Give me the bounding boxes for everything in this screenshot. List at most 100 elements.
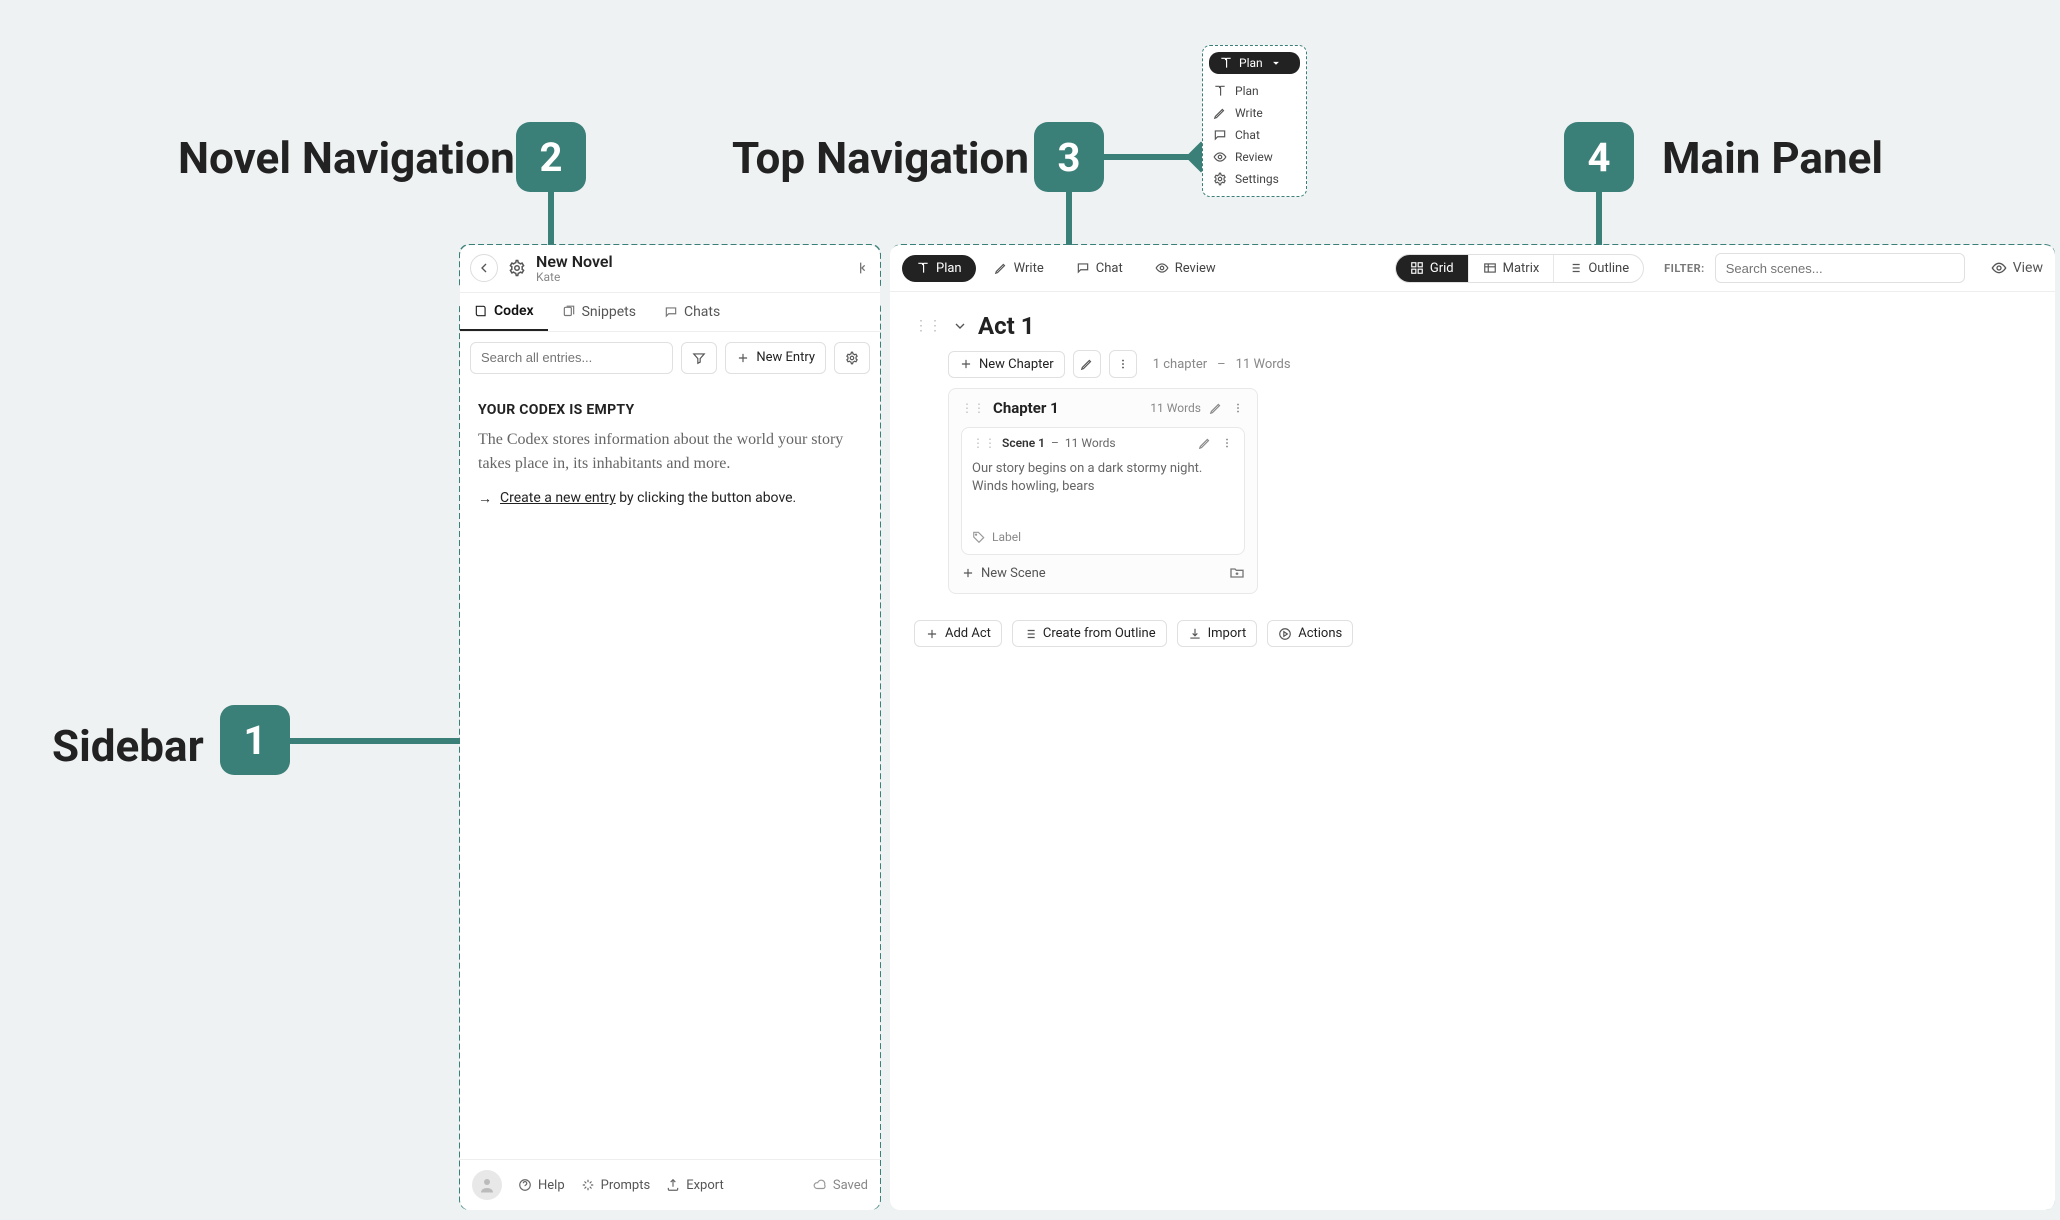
act-word-count: 11 Words xyxy=(1236,357,1291,372)
plan-dropdown-item-chat[interactable]: Chat xyxy=(1209,124,1300,146)
mode-chat[interactable]: Chat xyxy=(1062,255,1137,282)
scene-separator: – xyxy=(1051,436,1059,450)
actions-button[interactable]: Actions xyxy=(1267,620,1353,647)
tab-chats[interactable]: Chats xyxy=(650,293,734,331)
more-vertical-icon xyxy=(1116,357,1130,371)
plus-icon xyxy=(736,351,750,365)
sidebar-panel: New Novel Kate Codex Snippets Chats xyxy=(460,245,880,1210)
search-scenes-input[interactable] xyxy=(1715,253,1965,283)
create-from-outline-button[interactable]: Create from Outline xyxy=(1012,620,1167,647)
add-act-button[interactable]: Add Act xyxy=(914,620,1002,647)
codex-search-wrap xyxy=(470,342,673,374)
user-avatar[interactable] xyxy=(472,1170,502,1200)
pencil-icon xyxy=(994,261,1008,275)
user-icon xyxy=(478,1176,496,1194)
codex-settings-button[interactable] xyxy=(834,342,870,374)
act-title: Act 1 xyxy=(978,312,1034,340)
collapse-sidebar-button[interactable] xyxy=(854,260,870,276)
mode-plan[interactable]: Plan xyxy=(902,255,976,282)
act-edit-button[interactable] xyxy=(1073,350,1101,378)
tab-codex[interactable]: Codex xyxy=(460,293,548,331)
plus-icon xyxy=(925,627,939,641)
arrow-right-icon: → xyxy=(478,490,492,507)
plan-dropdown-trigger-label: Plan xyxy=(1239,56,1263,70)
prompts-button[interactable]: Prompts xyxy=(581,1178,651,1193)
import-button[interactable]: Import xyxy=(1177,620,1258,647)
tab-snippets[interactable]: Snippets xyxy=(548,293,650,331)
new-chapter-button[interactable]: New Chapter xyxy=(948,351,1065,378)
view-segment-group: Grid Matrix Outline xyxy=(1395,254,1644,283)
import-icon xyxy=(1188,627,1202,641)
arrow-left-icon xyxy=(476,260,492,276)
pencil-icon xyxy=(1080,357,1094,371)
plan-dropdown-item-settings[interactable]: Settings xyxy=(1209,168,1300,190)
list-icon xyxy=(1023,627,1037,641)
view-matrix[interactable]: Matrix xyxy=(1468,255,1554,282)
book-icon xyxy=(916,261,930,275)
callout-topnav-badge: 3 xyxy=(1034,122,1104,192)
book-icon xyxy=(1213,84,1227,98)
plus-icon xyxy=(959,357,973,371)
scene-more-button[interactable] xyxy=(1220,436,1234,450)
sidebar-toolbar: New Entry xyxy=(460,332,880,384)
chapter-edit-button[interactable] xyxy=(1209,401,1223,415)
chat-icon xyxy=(664,305,678,319)
scene-card[interactable]: ⋮⋮ Scene 1 – 11 Words O xyxy=(961,427,1245,555)
drag-handle-icon[interactable]: ⋮⋮ xyxy=(961,401,985,415)
novel-settings-button[interactable] xyxy=(508,259,526,277)
view-grid[interactable]: Grid xyxy=(1396,255,1468,282)
codex-search-input[interactable] xyxy=(471,350,672,365)
act-collapse-toggle[interactable] xyxy=(952,318,968,334)
plan-dropdown-item-write[interactable]: Write xyxy=(1209,102,1300,124)
sidebar-footer: Help Prompts Export Saved xyxy=(460,1159,880,1210)
view-button[interactable]: View xyxy=(1991,260,2043,276)
new-scene-button[interactable]: New Scene xyxy=(961,566,1046,581)
act-row: ⋮⋮ Act 1 xyxy=(914,312,2031,340)
chapter-word-count: 11 Words xyxy=(1150,401,1201,415)
plan-dropdown-item-review[interactable]: Review xyxy=(1209,146,1300,168)
chat-icon xyxy=(1076,261,1090,275)
codex-empty-state: YOUR CODEX IS EMPTY The Codex stores inf… xyxy=(460,384,880,525)
drag-handle-icon[interactable]: ⋮⋮ xyxy=(914,318,942,334)
mode-review[interactable]: Review xyxy=(1141,255,1230,282)
chapter-more-button[interactable] xyxy=(1231,401,1245,415)
scene-word-count: 11 Words xyxy=(1065,436,1116,450)
create-entry-link[interactable]: Create a new entry xyxy=(500,490,616,506)
novel-navigation-header: New Novel Kate xyxy=(460,245,880,293)
novel-author: Kate xyxy=(536,271,613,284)
new-entry-button[interactable]: New Entry xyxy=(725,342,826,374)
act-chapter-count: 1 chapter xyxy=(1153,357,1207,372)
scene-label-button[interactable]: Label xyxy=(992,530,1021,544)
act-more-button[interactable] xyxy=(1109,350,1137,378)
drag-handle-icon[interactable]: ⋮⋮ xyxy=(972,436,996,450)
scene-edit-button[interactable] xyxy=(1198,436,1212,450)
callout-sidebar-label: Sidebar xyxy=(52,720,204,772)
more-vertical-icon xyxy=(1231,401,1245,415)
plan-dropdown-item-plan[interactable]: Plan xyxy=(1209,80,1300,102)
grid-icon xyxy=(1410,261,1424,275)
act-toolbar: New Chapter 1 chapter – 11 Words xyxy=(948,350,2031,378)
caret-down-icon xyxy=(1269,56,1283,70)
more-vertical-icon xyxy=(1220,436,1234,450)
pencil-icon xyxy=(1213,106,1227,120)
scene-title: Scene 1 xyxy=(1002,436,1045,450)
codex-empty-title: YOUR CODEX IS EMPTY xyxy=(478,402,862,418)
collapse-left-icon xyxy=(854,260,870,276)
help-button[interactable]: Help xyxy=(518,1178,565,1193)
codex-empty-hint: → Create a new entry by clicking the but… xyxy=(478,490,862,507)
plan-dropdown-trigger[interactable]: Plan xyxy=(1209,52,1300,74)
codex-filter-button[interactable] xyxy=(681,342,717,374)
sparkle-icon xyxy=(581,1178,595,1192)
view-outline[interactable]: Outline xyxy=(1553,255,1643,282)
import-scene-button[interactable] xyxy=(1229,565,1245,581)
plus-icon xyxy=(961,566,975,580)
outline-icon xyxy=(1568,261,1582,275)
mode-write[interactable]: Write xyxy=(980,255,1058,282)
saved-status: Saved xyxy=(813,1178,868,1193)
callout-mainpanel-badge: 4 xyxy=(1564,122,1634,192)
back-button[interactable] xyxy=(470,254,498,282)
callout-novelnav-badge: 2 xyxy=(516,122,586,192)
callout-mainpanel-label: Main Panel xyxy=(1662,132,1883,184)
plan-dropdown-popover: Plan Plan Write Chat Review Settings xyxy=(1202,45,1307,197)
export-button[interactable]: Export xyxy=(666,1178,724,1193)
